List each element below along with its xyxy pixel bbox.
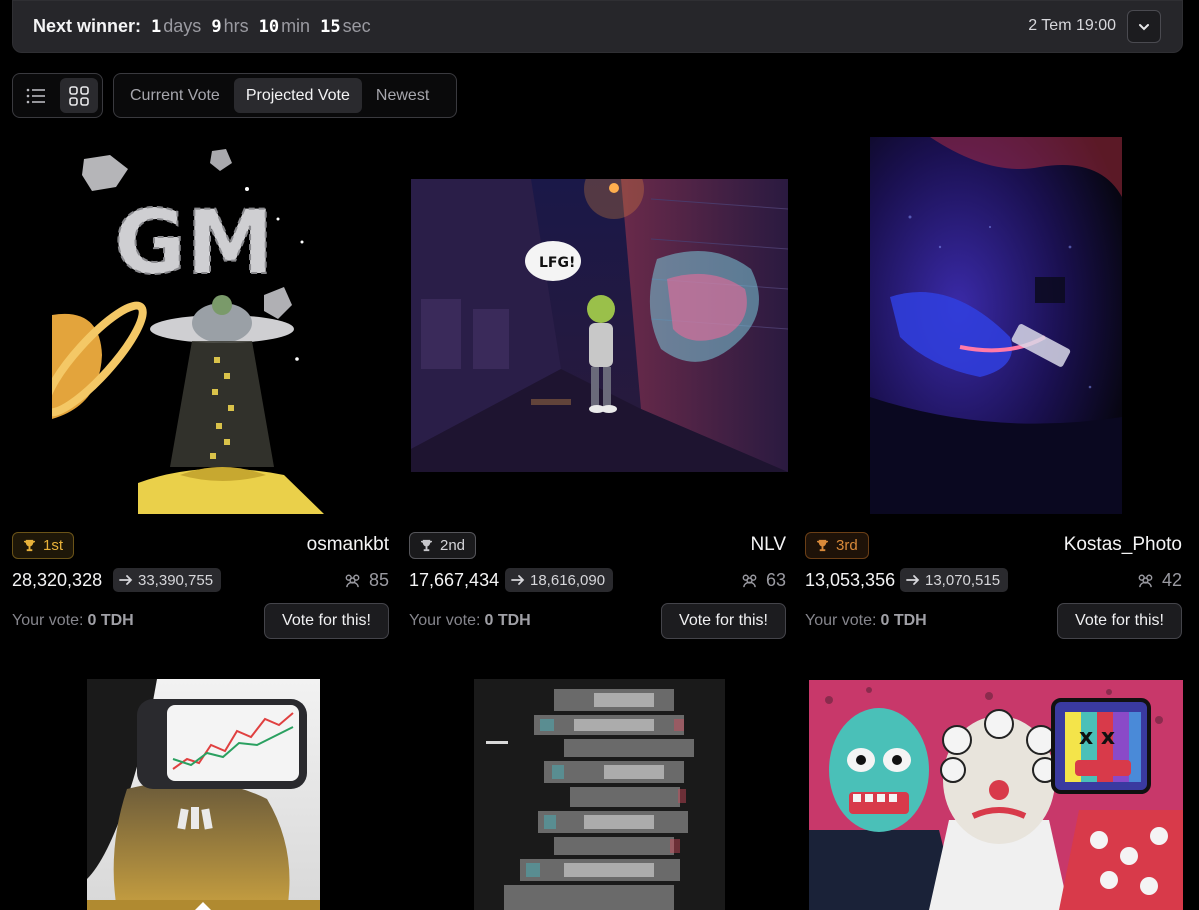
voters-number: 85	[368, 570, 389, 590]
artwork-clowns: x x	[809, 680, 1183, 910]
trophy-icon	[420, 539, 433, 552]
winner-date: 2 Tem 19:00	[1028, 17, 1116, 34]
voters-count: 63	[740, 570, 786, 591]
submission-card[interactable]: 3rd Kostas_Photo 13,053,356 13,070,515 4…	[805, 137, 1182, 642]
countdown-hrs-value: 9	[211, 16, 222, 37]
your-vote: Your vote: 0 TDH	[409, 612, 531, 630]
artwork-image[interactable]	[87, 679, 320, 910]
users-icon	[345, 574, 360, 588]
projected-votes-badge: 13,070,515	[900, 568, 1009, 592]
your-vote-row: Your vote: 0 TDH Vote for this!	[409, 603, 786, 639]
submission-card[interactable]: GM 1st osmankbt 28,320,328 33,390,755 85	[12, 137, 389, 642]
artwork-gm-ufo: GM	[52, 137, 352, 514]
svg-text:LFG!: LFG!	[539, 255, 575, 271]
artwork-image[interactable]	[870, 137, 1122, 514]
countdown-min-value: 10	[258, 16, 280, 37]
artwork-glitch-clouds	[474, 679, 725, 910]
countdown-sec-value: 15	[320, 16, 341, 37]
vote-stats-row: 17,667,434 18,616,090 63	[409, 568, 786, 594]
projected-votes-badge: 33,390,755	[113, 568, 222, 592]
voters-count: 85	[343, 570, 389, 591]
artwork-neon-photo	[870, 137, 1122, 514]
tab-newest[interactable]: Newest	[364, 78, 441, 113]
countdown-days-value: 1	[151, 16, 162, 37]
grid-icon	[68, 85, 89, 106]
trophy-icon	[23, 539, 36, 552]
artwork-image[interactable]: x x	[809, 680, 1183, 910]
vote-stats-row: 28,320,328 33,390,755 85	[12, 568, 389, 594]
list-icon	[26, 88, 46, 103]
rank-badge: 3rd	[805, 532, 869, 559]
card-header-row: 3rd Kostas_Photo	[805, 532, 1182, 559]
voters-number: 63	[765, 570, 786, 590]
list-view-button[interactable]	[17, 78, 56, 113]
your-vote-value: 0 TDH	[87, 612, 134, 629]
projected-votes-badge: 18,616,090	[505, 568, 614, 592]
artwork-alley-graffiti: LFG!	[411, 179, 788, 472]
rank-badge: 2nd	[409, 532, 477, 559]
countdown-min-unit: min	[281, 16, 311, 36]
artwork-vr-gold	[87, 679, 320, 910]
projected-votes: 13,070,515	[925, 571, 1001, 589]
rank-label: 1st	[43, 537, 64, 554]
your-vote-row: Your vote: 0 TDH Vote for this!	[805, 603, 1182, 639]
users-icon	[1138, 574, 1153, 588]
svg-text:x x: x x	[1079, 725, 1115, 750]
trophy-icon	[816, 539, 829, 552]
countdown-sec-unit: sec	[342, 16, 371, 36]
arrow-right-icon	[906, 575, 920, 585]
projected-votes: 18,616,090	[530, 571, 606, 589]
creator-name[interactable]: osmankbt	[307, 534, 389, 556]
projected-votes: 33,390,755	[138, 571, 214, 589]
vote-button[interactable]: Vote for this!	[661, 603, 786, 639]
next-winner-bar: Next winner: 1 days 9 hrs 10 min 15 sec 2 Te…	[12, 0, 1183, 53]
current-votes: 28,320,328	[12, 570, 103, 590]
your-vote-label: Your vote:	[12, 612, 84, 629]
sort-tabs: Current Vote Projected Vote Newest	[113, 73, 457, 118]
your-vote-value: 0 TDH	[484, 612, 531, 629]
rank-label: 3rd	[836, 537, 858, 554]
artwork-image[interactable]: GM	[52, 137, 352, 514]
your-vote-row: Your vote: 0 TDH Vote for this!	[12, 603, 389, 639]
arrow-right-icon	[119, 575, 133, 585]
next-winner-label: Next winner:	[33, 16, 142, 36]
users-icon	[742, 574, 757, 588]
vote-stats-row: 13,053,356 13,070,515 42	[805, 568, 1182, 594]
vote-button[interactable]: Vote for this!	[1057, 603, 1182, 639]
vote-button[interactable]: Vote for this!	[264, 603, 389, 639]
voters-number: 42	[1161, 570, 1182, 590]
voters-count: 42	[1136, 570, 1182, 591]
artwork-image[interactable]	[474, 679, 725, 910]
your-vote-label: Your vote:	[805, 612, 877, 629]
your-vote: Your vote: 0 TDH	[12, 612, 134, 630]
expand-dropdown-button[interactable]	[1127, 10, 1161, 43]
view-toggle	[12, 73, 103, 118]
rank-label: 2nd	[440, 537, 466, 554]
your-vote: Your vote: 0 TDH	[805, 612, 927, 630]
card-header-row: 1st osmankbt	[12, 532, 389, 559]
submission-card[interactable]: LFG! 2nd NLV 17,667,434 18,616,090 63 Yo…	[409, 137, 788, 642]
your-vote-label: Your vote:	[409, 612, 481, 629]
creator-name[interactable]: Kostas_Photo	[1064, 534, 1182, 556]
tab-current-vote[interactable]: Current Vote	[118, 78, 232, 113]
card-header-row: 2nd NLV	[409, 532, 786, 559]
grid-view-button[interactable]	[59, 78, 98, 113]
rank-badge: 1st	[12, 532, 75, 559]
tab-projected-vote[interactable]: Projected Vote	[233, 78, 362, 113]
svg-text:GM: GM	[114, 191, 274, 294]
countdown-hrs-unit: hrs	[223, 16, 249, 36]
current-votes: 13,053,356	[805, 570, 896, 590]
current-votes: 17,667,434	[409, 570, 500, 590]
chevron-down-icon	[1139, 23, 1149, 30]
artwork-image[interactable]: LFG!	[411, 179, 788, 472]
creator-name[interactable]: NLV	[750, 534, 786, 556]
countdown-days-unit: days	[163, 16, 202, 36]
your-vote-value: 0 TDH	[880, 612, 927, 629]
arrow-right-icon	[511, 575, 525, 585]
